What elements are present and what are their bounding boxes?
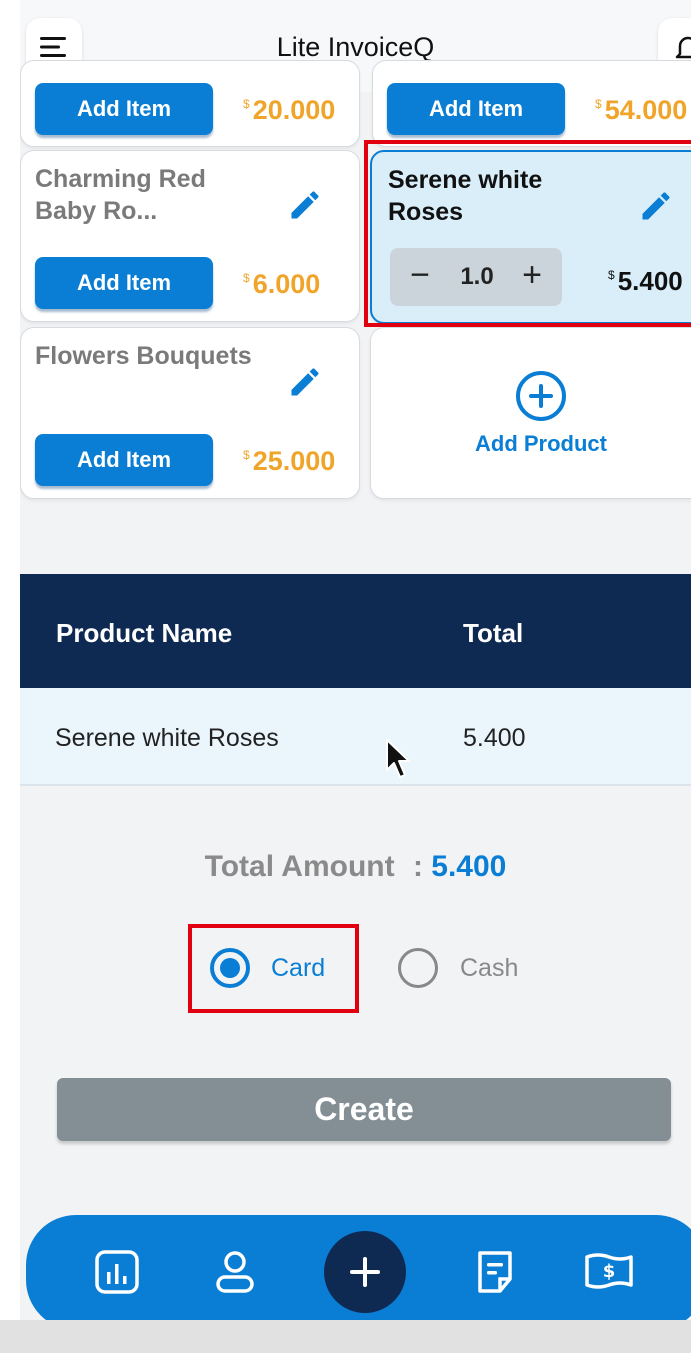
total-amount-value: 5.400: [431, 850, 507, 883]
note-icon[interactable]: [468, 1245, 522, 1299]
product-card: Charming Red Baby Ro... Add Item $6.000: [20, 150, 360, 322]
add-item-button[interactable]: Add Item: [387, 83, 565, 135]
add-item-button[interactable]: Add Item: [35, 434, 213, 486]
svg-text:$: $: [603, 1261, 616, 1282]
row-total: 5.400: [463, 724, 526, 752]
add-item-button[interactable]: Add Item: [35, 257, 213, 309]
product-card: Add Item $54.000: [372, 60, 691, 147]
app-title: Lite InvoiceQ: [276, 32, 435, 62]
column-header-total: Total: [463, 618, 524, 648]
total-amount-label: Total Amount: [204, 850, 395, 883]
chart-icon[interactable]: [90, 1245, 144, 1299]
highlight-box: [364, 140, 691, 327]
app-screen: Lite InvoiceQ Add Item $20.000 Add Item …: [20, 0, 691, 1320]
product-name: Flowers Bouquets: [35, 342, 252, 370]
bottom-nav: $: [26, 1215, 691, 1320]
cash-radio[interactable]: [398, 948, 438, 988]
product-name: Charming Red Baby Ro...: [35, 165, 206, 225]
create-button[interactable]: Create: [57, 1078, 671, 1141]
money-icon[interactable]: $: [582, 1245, 636, 1299]
new-invoice-button[interactable]: [324, 1231, 406, 1313]
highlight-box: [188, 924, 359, 1013]
cursor-icon: [386, 739, 410, 778]
row-product-name: Serene white Roses: [55, 724, 279, 752]
product-price: $54.000: [595, 95, 688, 125]
add-product-label: Add Product: [475, 431, 607, 456]
add-item-button[interactable]: Add Item: [35, 83, 213, 135]
product-card: Add Item $20.000: [20, 60, 360, 147]
product-price: $25.000: [243, 446, 336, 476]
product-price: $20.000: [243, 95, 336, 125]
edit-icon[interactable]: [287, 187, 323, 223]
product-card: Flowers Bouquets Add Item $25.000: [20, 327, 360, 499]
table-row[interactable]: Serene white Roses 5.400: [20, 688, 691, 786]
edit-icon[interactable]: [287, 364, 323, 400]
table-header: Product Name Total: [20, 574, 691, 688]
total-amount: Total Amount : 5.400: [20, 850, 691, 884]
person-icon[interactable]: [208, 1245, 262, 1299]
cash-label[interactable]: Cash: [460, 954, 518, 983]
plus-circle-icon: [516, 371, 566, 421]
column-header-product: Product Name: [56, 618, 233, 648]
product-price: $6.000: [243, 269, 321, 299]
add-product-button[interactable]: Add Product: [370, 327, 691, 499]
total-amount-separator: :: [412, 850, 423, 883]
plus-icon: [350, 1257, 380, 1287]
footer-shadow: [0, 1320, 691, 1353]
